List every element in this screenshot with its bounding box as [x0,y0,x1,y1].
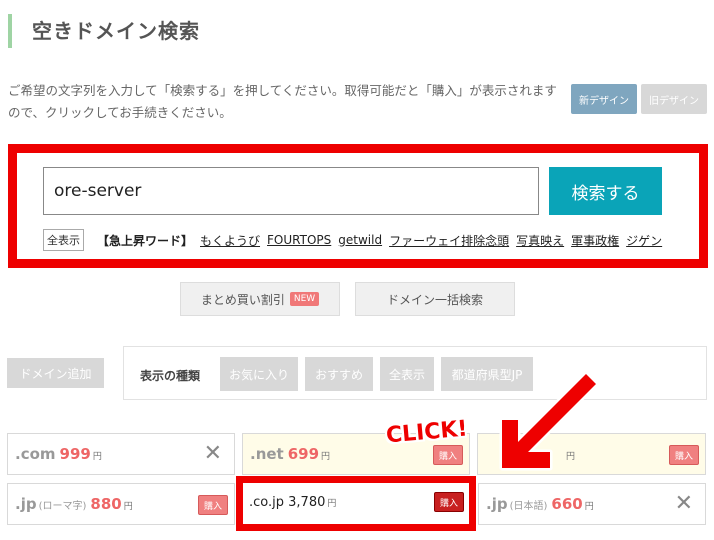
filter-favorites[interactable]: お気に入り [220,357,298,391]
design-toggle: 新デザイン 旧デザイン [571,84,707,114]
old-design-button[interactable]: 旧デザイン [641,84,707,114]
trending-word-link[interactable]: 写真映え [516,232,564,249]
trending-words: 全表示 【急上昇ワード】 もくようび FOURTOPS getwild ファーウ… [43,229,662,251]
new-design-button[interactable]: 新デザイン [571,84,637,114]
result-tld: .com 999 円 [15,445,102,463]
domain-search-input[interactable] [43,167,539,215]
trending-word-link[interactable]: ファーウェイ排除念頭 [389,232,509,249]
bulk-domain-search-button[interactable]: ドメイン一括検索 [355,282,515,316]
arrow-annotation-icon [499,371,598,471]
result-card-jp-romaji: .jp (ローマ字) 880 円 購入 [7,483,235,525]
trending-word-link[interactable]: FOURTOPS [267,233,331,247]
close-icon[interactable]: ✕ [204,440,222,468]
page-title: 空きドメイン検索 [8,14,200,48]
search-button[interactable]: 検索する [549,167,662,215]
filter-show-all[interactable]: 全表示 [380,357,434,391]
add-domain-button[interactable]: ドメイン追加 [7,358,104,388]
page-description: ご希望の文字列を入力して「検索する」を押してください。取得可能だと「購入」が表示… [8,83,557,120]
result-tld: .co.jp 3,780 円 [249,495,337,510]
trending-word-link[interactable]: ジゲン [626,232,662,249]
search-panel: 検索する 全表示 【急上昇ワード】 もくようび FOURTOPS getwild… [8,144,708,268]
result-price: 699 [287,445,320,463]
display-type-filter: 表示の種類 お気に入り おすすめ 全表示 都道府県型JP [123,346,707,400]
result-tld: .jp (日本語) 660 円 [486,495,594,513]
trending-label: 【急上昇ワード】 [97,233,194,248]
result-tld: .net 699 円 [250,445,331,463]
result-price: 880 [90,495,122,513]
result-card-co-jp: .co.jp 3,780 円 購入 [236,476,476,531]
close-icon[interactable]: ✕ [675,490,693,518]
result-card-com: .com 999 円 ✕ [7,433,235,475]
result-tld: .jp (ローマ字) 880 円 [15,495,133,513]
result-price: 999 [59,445,91,463]
buy-button[interactable]: 購入 [434,492,464,512]
bulk-discount-button[interactable]: まとめ買い割引 NEW [180,282,340,316]
buy-button[interactable]: 購入 [433,445,463,465]
new-badge: NEW [289,292,320,306]
result-price: 660 [551,495,583,513]
show-all-trending-button[interactable]: 全表示 [43,229,84,251]
buy-button[interactable]: 購入 [669,445,699,465]
trending-word-link[interactable]: もくようび [200,232,260,249]
result-price: 3,780 [288,495,326,510]
filter-label: 表示の種類 [140,369,201,383]
filter-recommended[interactable]: おすすめ [305,357,373,391]
bulk-discount-label: まとめ買い割引 [200,292,285,307]
buy-button[interactable]: 購入 [198,495,228,515]
trending-word-link[interactable]: 軍事政権 [571,232,619,249]
result-card-jp-japanese: .jp (日本語) 660 円 ✕ [478,483,706,525]
trending-word-link[interactable]: getwild [338,233,382,247]
